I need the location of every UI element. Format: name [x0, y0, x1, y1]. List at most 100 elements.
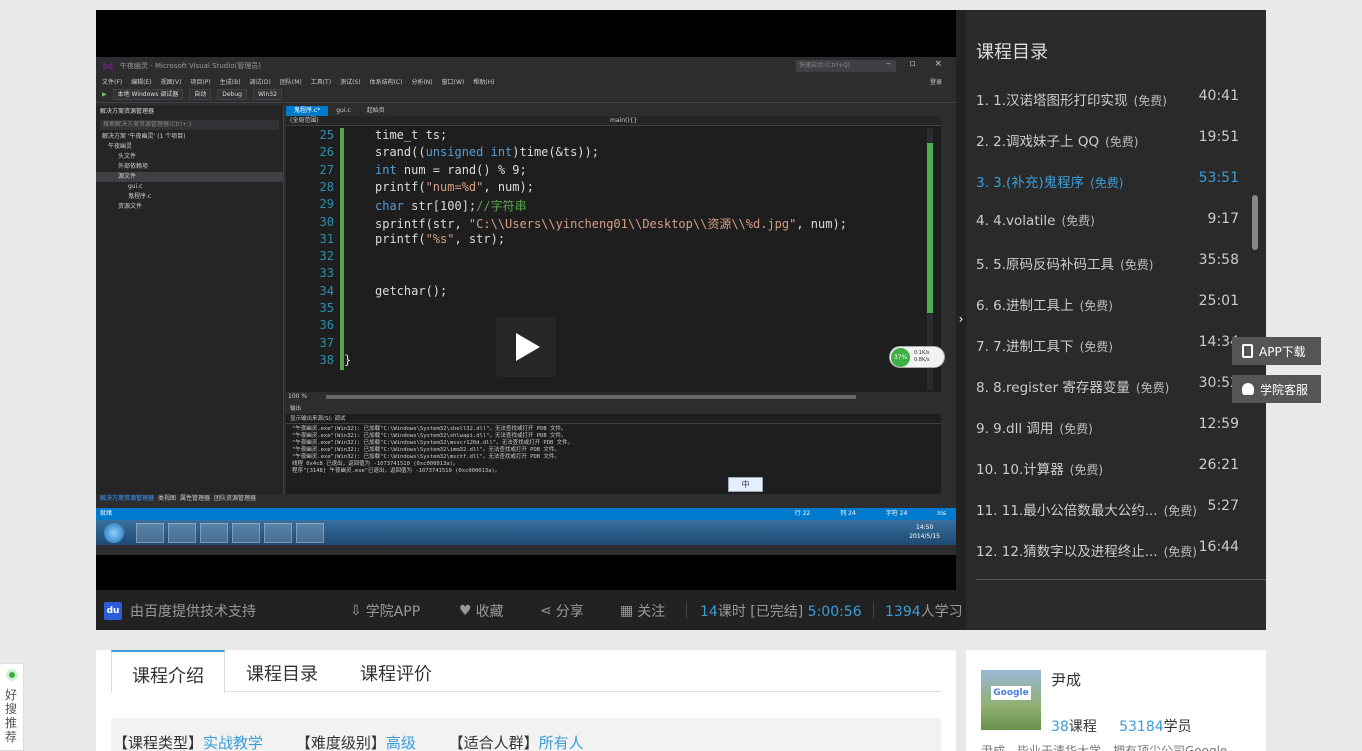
playlist-item[interactable]: 4. 4.volatile (免费) 9:17	[976, 206, 1246, 234]
vs-solution-tab: 解决方案资源管理器	[100, 495, 155, 502]
customer-service-button[interactable]: 学院客服	[1232, 375, 1321, 403]
learners-count: 1394	[885, 604, 921, 620]
teacher-card: Google 尹成 38课程 53184学员 尹成，毕业于清华大学，拥有顶尖公司…	[966, 650, 1266, 751]
playlist-item-title: 5. 5.原码反码补码工具 (免费)	[976, 253, 1153, 273]
play-button[interactable]	[496, 317, 556, 377]
vs-toolbar: ▶ 本地 Windows 调试器 自动 Debug Win32	[96, 87, 956, 103]
customer-service-label: 学院客服	[1260, 382, 1309, 397]
playlist-item[interactable]: 8. 8.register 寄存器变量 (免费) 30:52	[976, 370, 1246, 398]
vs-status-col: 列 24	[840, 510, 856, 517]
playlist-item[interactable]: 3. 3.(补充)鬼程序 (免费) 53:51	[976, 165, 1246, 193]
vs-menu-item: 编辑(E)	[131, 78, 152, 86]
playlist-item-title: 1. 1.汉诺塔图形打印实现 (免费)	[976, 89, 1167, 109]
favorite-button[interactable]: ♥ 收藏	[459, 601, 504, 621]
free-badge: (免费)	[1090, 176, 1124, 190]
vs-quick-launch: 快速启动 (Ctrl+Q)	[796, 60, 896, 72]
playlist-item-label: 7. 7.进制工具下	[976, 339, 1074, 355]
ime-indicator: 中	[728, 477, 763, 492]
playlist-item[interactable]: 9. 9.dll 调用 (免费) 12:59	[976, 411, 1246, 439]
recommend-dot-icon	[6, 669, 18, 681]
vs-menu-item: 帮助(H)	[473, 78, 495, 86]
app-download-label: APP下载	[1259, 344, 1306, 359]
output-line: "午夜幽灵.exe"(Win32): 已加载"C:\Windows\System…	[292, 454, 560, 460]
course-audience-value[interactable]: 所有人	[539, 734, 584, 751]
teacher-avatar[interactable]: Google	[981, 670, 1041, 730]
playlist-item[interactable]: 6. 6.进制工具上 (免费) 25:01	[976, 288, 1246, 316]
change-bar	[340, 128, 344, 370]
vs-statusbar: 就绪 行 22 列 24 字符 24 Ins	[96, 508, 956, 520]
learners-info: 1394人学习	[885, 601, 963, 621]
playlist-title: 课程目录	[976, 42, 1048, 63]
follow-button[interactable]: ▦ 关注	[620, 601, 665, 621]
free-badge: (免费)	[1120, 258, 1154, 272]
vs-menu-item: 工具(T)	[310, 78, 332, 86]
playlist-item-title: 11. 11.最小公倍数最大公约... (免费)	[976, 499, 1197, 519]
course-audience: 【适合人群】所有人	[449, 734, 584, 751]
heart-icon: ♥	[459, 603, 472, 619]
player-controlbar: du 由百度提供技术支持 ⇩ 学院APP ♥ 收藏 ⋖ 分享 ▦ 关注 14课时…	[96, 590, 966, 630]
free-badge: (免费)	[1079, 299, 1113, 313]
playlist-scrollbar[interactable]	[1252, 195, 1258, 250]
playlist-item-title: 8. 8.register 寄存器变量 (免费)	[976, 376, 1169, 396]
free-badge: (免费)	[1069, 463, 1104, 477]
playlist-item-title: 12. 12.猜数字以及进程终止... (免费)	[976, 540, 1197, 560]
playlist-item[interactable]: 7. 7.进制工具下 (免费) 14:34	[976, 329, 1246, 357]
line-number: 28	[319, 179, 334, 194]
line-number: 32	[319, 249, 334, 264]
free-badge: (免费)	[1163, 545, 1197, 559]
vs-menu-item: 视图(V)	[160, 78, 182, 86]
playlist-item[interactable]: 11. 11.最小公倍数最大公约... (免费) 5:27	[976, 493, 1246, 521]
baidu-credit-text: 由百度提供技术支持	[130, 604, 256, 620]
playlist-item-title: 10. 10.计算器 (免费)	[976, 458, 1103, 478]
chevron-right-icon[interactable]: ›	[956, 310, 966, 328]
tab-course-intro[interactable]: 课程介绍	[111, 650, 225, 693]
tab-course-review[interactable]: 课程评价	[340, 650, 452, 692]
play-icon	[516, 333, 540, 361]
vs-output-title: 输出	[286, 404, 941, 414]
teacher-name[interactable]: 尹成	[1051, 669, 1081, 690]
tab-course-catalog[interactable]: 课程目录	[226, 650, 338, 692]
playlist-item-label: 12. 12.猜数字以及进程终止...	[976, 544, 1158, 560]
line-number: 34	[319, 283, 334, 298]
code-area: 25 time_t ts; 26 srand((unsigned int)time(&…	[286, 128, 926, 390]
line-number: 38	[319, 352, 334, 367]
vs-auto: 自动	[189, 89, 212, 100]
playlist-item-title: 2. 2.调戏妹子上 QQ (免费)	[976, 130, 1138, 150]
playlist-item-label: 10. 10.计算器	[976, 462, 1064, 478]
course-type-value[interactable]: 实战教学	[203, 734, 263, 751]
code-line: printf("%s", str);	[375, 231, 506, 246]
vs-menu-item: 分析(N)	[411, 78, 433, 86]
favorite-label: 收藏	[475, 604, 504, 620]
taskbar-app-icon	[296, 523, 324, 543]
share-button[interactable]: ⋖ 分享	[540, 601, 584, 621]
free-badge: (免费)	[1135, 381, 1170, 395]
playlist-item[interactable]: 2. 2.调戏妹子上 QQ (免费) 19:51	[976, 124, 1246, 152]
share-icon: ⋖	[540, 603, 552, 619]
vs-screenshot: ⋈ 午夜幽灵 - Microsoft Visual Studio(管理员) 快速…	[96, 57, 956, 555]
vs-debugger: 本地 Windows 调试器	[112, 89, 184, 100]
follow-label: 关注	[637, 604, 666, 620]
playlist-item-duration: 25:01	[1198, 293, 1239, 309]
vs-solution-tab: 类视图	[158, 495, 177, 502]
vs-status-left: 就绪	[100, 510, 113, 517]
playlist-item-label: 2. 2.调戏妹子上 QQ	[976, 134, 1100, 150]
video-area[interactable]: ⋈ 午夜幽灵 - Microsoft Visual Studio(管理员) 快速…	[96, 10, 956, 590]
course-level-label: 【难度级别】	[295, 734, 386, 751]
playlist-item[interactable]: 1. 1.汉诺塔图形打印实现 (免费) 40:41	[976, 83, 1246, 111]
vs-output-source-label: 显示输出来源(S):	[290, 416, 333, 422]
playlist-item[interactable]: 12. 12.猜数字以及进程终止... (免费) 16:44	[976, 534, 1246, 562]
course-level-value[interactable]: 高级	[386, 734, 416, 751]
vs-editor-tabs: 鬼程序.c* gui.c 起始页	[286, 106, 941, 116]
app-button[interactable]: ⇩ 学院APP	[350, 601, 420, 621]
side-recommend[interactable]: 好搜推荐	[0, 663, 24, 751]
vs-scope-left: (全局范围)	[290, 117, 319, 124]
vs-start-icon: ▶	[102, 91, 107, 98]
playlist-item[interactable]: 10. 10.计算器 (免费) 26:21	[976, 452, 1246, 480]
vs-solution-title: 解决方案资源管理器	[100, 108, 155, 115]
playlist-item-duration: 53:51	[1198, 170, 1239, 186]
vs-logo-icon: ⋈	[102, 59, 114, 73]
output-line: "午夜幽灵.exe"(Win32): 已加载"C:\Windows\System…	[292, 440, 574, 446]
playlist-item[interactable]: 5. 5.原码反码补码工具 (免费) 35:58	[976, 247, 1246, 275]
app-download-button[interactable]: APP下载	[1232, 337, 1321, 365]
free-badge: (免费)	[1079, 340, 1113, 354]
